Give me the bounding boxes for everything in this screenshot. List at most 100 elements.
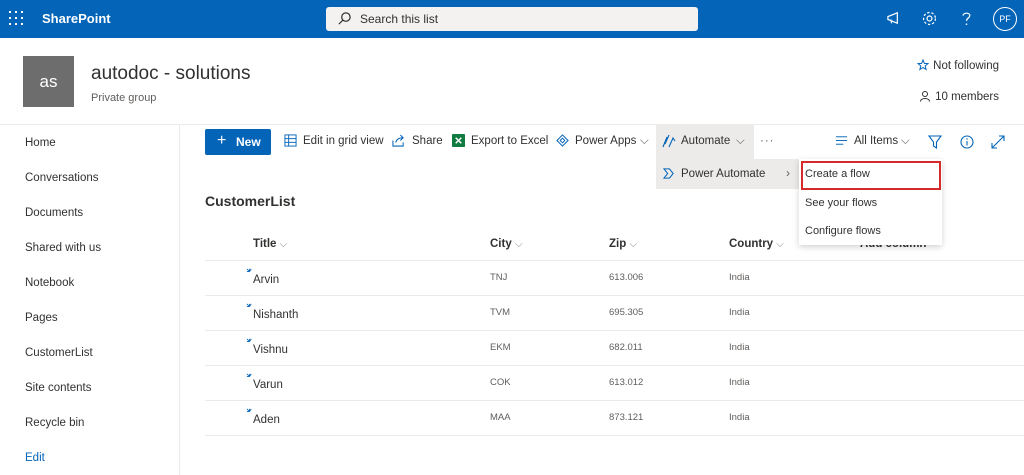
row-zip: 682.011 xyxy=(609,342,643,353)
search-icon xyxy=(338,12,351,25)
site-title: autodoc - solutions xyxy=(91,63,251,84)
row-title[interactable]: Aden xyxy=(253,414,280,426)
nav-item-site-contents[interactable]: Site contents xyxy=(25,382,91,394)
column-header-country[interactable]: Country ⌵ xyxy=(729,238,784,250)
nav-item-pages[interactable]: Pages xyxy=(25,312,58,324)
row-title[interactable]: Arvin xyxy=(253,274,279,286)
chevron-down-icon: ⌵ xyxy=(776,239,784,250)
nav-item-home[interactable]: Home xyxy=(25,137,56,149)
automate-button[interactable]: Automate ⌵ xyxy=(656,125,754,159)
site-subtitle: Private group xyxy=(91,92,157,104)
chevron-down-icon: ⌵ xyxy=(736,135,745,147)
column-title-label: Title xyxy=(253,238,277,250)
power-automate-label: Power Automate xyxy=(681,168,766,180)
app-brand[interactable]: SharePoint xyxy=(42,11,111,26)
chevron-down-icon: ⌵ xyxy=(901,135,910,147)
column-header-title[interactable]: Title ⌵ xyxy=(253,238,287,250)
table-row[interactable]: Arvin TNJ 613.006 India xyxy=(205,261,1024,296)
row-city: COK xyxy=(490,377,511,388)
new-item-icon xyxy=(246,303,252,307)
configure-flows-item[interactable]: Configure flows xyxy=(805,225,881,237)
nav-item-notebook[interactable]: Notebook xyxy=(25,277,74,289)
table-row[interactable]: Varun COK 613.012 India xyxy=(205,366,1024,401)
search-input[interactable]: Search this list xyxy=(360,12,438,26)
filter-icon[interactable] xyxy=(928,135,942,149)
megaphone-icon[interactable] xyxy=(886,10,903,27)
info-icon[interactable] xyxy=(960,135,974,149)
help-icon[interactable] xyxy=(958,10,975,27)
chevron-right-icon: › xyxy=(786,166,790,180)
nav-edit-link[interactable]: Edit xyxy=(25,452,45,464)
share-label: Share xyxy=(412,135,443,147)
new-item-icon xyxy=(246,268,252,272)
members-button[interactable]: 10 members xyxy=(919,90,999,103)
column-country-label: Country xyxy=(729,238,774,250)
follow-button[interactable]: Not following xyxy=(916,58,999,72)
table-row[interactable]: Nishanth TVM 695.305 India xyxy=(205,296,1024,331)
members-label: 10 members xyxy=(935,91,999,103)
automate-menu-power-automate[interactable]: Power Automate › xyxy=(656,159,800,189)
automate-label: Automate xyxy=(681,135,731,147)
column-city-label: City xyxy=(490,238,512,250)
new-button[interactable]: + New xyxy=(205,129,271,155)
edit-grid-view-label: Edit in grid view xyxy=(303,135,384,147)
row-title[interactable]: Vishnu xyxy=(253,344,288,356)
row-country: India xyxy=(729,377,750,388)
row-country: India xyxy=(729,272,750,283)
view-label: All Items xyxy=(854,135,899,147)
power-apps-icon xyxy=(556,134,569,147)
new-button-label: New xyxy=(236,135,261,149)
row-zip: 695.305 xyxy=(609,307,644,318)
user-avatar[interactable]: PF xyxy=(993,7,1017,31)
table-row[interactable]: Vishnu EKM 682.011 India xyxy=(205,331,1024,366)
excel-icon xyxy=(452,134,465,147)
nav-item-documents[interactable]: Documents xyxy=(25,207,83,219)
column-header-zip[interactable]: Zip ⌵ xyxy=(609,238,637,250)
more-button[interactable]: ··· xyxy=(760,135,775,147)
row-city: TVM xyxy=(490,307,511,318)
row-zip: 873.121 xyxy=(609,412,644,423)
person-icon xyxy=(920,91,931,102)
command-bar: + New Edit in grid view Share Export to … xyxy=(181,125,1024,159)
site-logo[interactable]: as xyxy=(23,56,74,107)
left-navigation: Home Conversations Documents Shared with… xyxy=(0,125,180,475)
chevron-down-icon: ⌵ xyxy=(514,239,523,250)
row-zip: 613.012 xyxy=(609,377,644,388)
chevron-down-icon: ⌵ xyxy=(640,135,649,147)
row-city: TNJ xyxy=(490,272,508,283)
row-title[interactable]: Nishanth xyxy=(253,309,298,321)
list-view-icon xyxy=(835,136,848,145)
row-country: India xyxy=(729,342,750,353)
gear-icon[interactable] xyxy=(921,10,938,27)
plus-icon: + xyxy=(217,132,227,149)
suite-bar: SharePoint Search this list PF xyxy=(0,0,1024,38)
share-icon xyxy=(392,134,404,147)
column-header-city[interactable]: City ⌵ xyxy=(490,238,523,250)
new-item-icon xyxy=(246,373,252,377)
row-country: India xyxy=(729,307,750,318)
star-icon xyxy=(916,58,930,71)
row-city: MAA xyxy=(490,412,511,423)
expand-icon[interactable] xyxy=(991,135,1005,149)
column-zip-label: Zip xyxy=(609,238,627,250)
chevron-down-icon: ⌵ xyxy=(629,239,638,250)
follow-label: Not following xyxy=(933,60,999,72)
search-box[interactable]: Search this list xyxy=(326,7,698,31)
table-row[interactable]: Aden MAA 873.121 India xyxy=(205,401,1024,436)
row-city: EKM xyxy=(490,342,511,353)
export-excel-label: Export to Excel xyxy=(471,135,549,147)
nav-item-customerlist[interactable]: CustomerList xyxy=(25,347,93,359)
power-apps-label: Power Apps xyxy=(575,135,637,147)
create-flow-highlight-box xyxy=(801,161,941,190)
row-zip: 613.006 xyxy=(609,272,644,283)
list-title: CustomerList xyxy=(205,193,296,209)
automate-icon xyxy=(662,134,676,148)
new-item-icon xyxy=(246,408,252,412)
row-country: India xyxy=(729,412,750,423)
see-flows-item[interactable]: See your flows xyxy=(805,197,877,209)
waffle-icon[interactable] xyxy=(9,11,23,25)
row-title[interactable]: Varun xyxy=(253,379,283,391)
nav-item-conversations[interactable]: Conversations xyxy=(25,172,99,184)
nav-item-recycle-bin[interactable]: Recycle bin xyxy=(25,417,84,429)
nav-item-shared-with-us[interactable]: Shared with us xyxy=(25,242,101,254)
